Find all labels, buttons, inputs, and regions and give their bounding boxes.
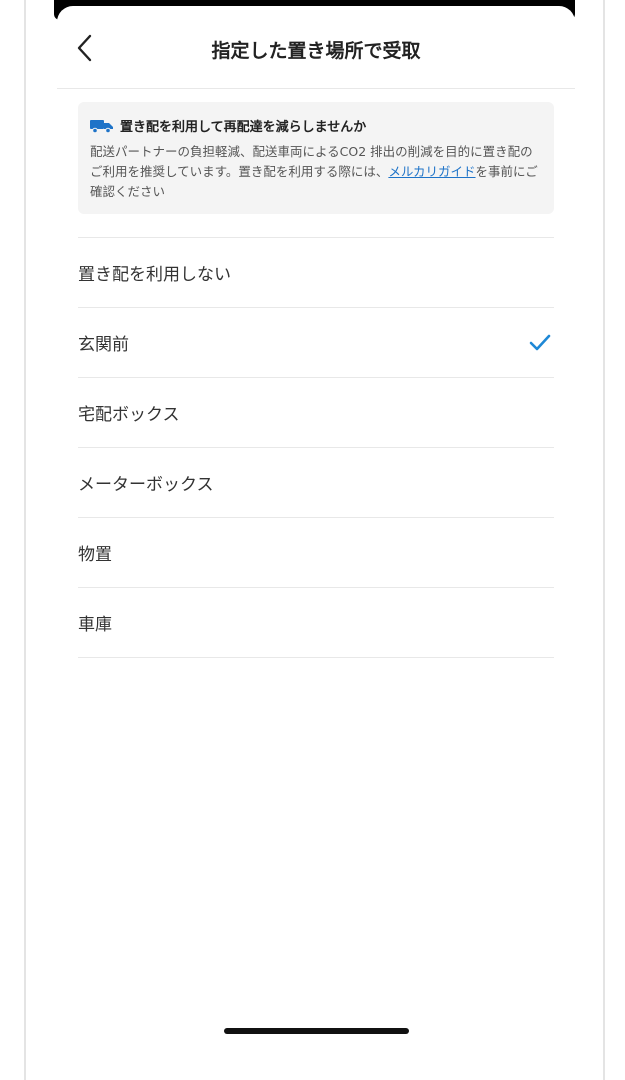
option-label: メーターボックス xyxy=(78,475,214,495)
notice-heading: 置き配を利用して再配達を減らしませんか xyxy=(120,120,367,135)
notice-heading-row: 置き配を利用して再配達を減らしませんか xyxy=(90,116,542,135)
page-title: 指定した置き場所で受取 xyxy=(211,40,421,62)
option-meter-box[interactable]: メーターボックス xyxy=(78,448,554,518)
option-garage[interactable]: 車庫 xyxy=(78,588,554,658)
mercari-guide-link[interactable]: メルカリガイド xyxy=(388,164,475,179)
info-notice: 置き配を利用して再配達を減らしませんか 配送パートナーの負担軽減、配送車両による… xyxy=(78,102,554,214)
device-frame-left xyxy=(24,0,26,1080)
truck-icon xyxy=(90,119,113,133)
option-delivery-box[interactable]: 宅配ボックス xyxy=(78,378,554,448)
placement-options-list: 置き配を利用しない 玄関前 宅配ボックス メーターボックス 物置 車庫 xyxy=(78,237,554,658)
option-label: 玄関前 xyxy=(78,335,129,355)
sheet-header: 指定した置き場所で受取 xyxy=(57,14,575,89)
bottom-sheet: 指定した置き場所で受取 置き配を利用して再配達を減らしませんか 配送パートナーの… xyxy=(57,6,575,1080)
option-entrance[interactable]: 玄関前 xyxy=(78,308,554,378)
option-label: 物置 xyxy=(78,545,112,565)
checkmark-icon xyxy=(529,334,551,350)
home-indicator[interactable] xyxy=(224,1028,409,1034)
option-label: 置き配を利用しない xyxy=(78,265,231,285)
device-frame-right xyxy=(603,0,605,1080)
option-no-okihai[interactable]: 置き配を利用しない xyxy=(78,238,554,308)
option-label: 車庫 xyxy=(78,615,112,635)
notice-body: 配送パートナーの負担軽減、配送車両によるCO2 排出の削減を目的に置き配のご利用… xyxy=(90,142,542,202)
option-label: 宅配ボックス xyxy=(78,405,180,425)
option-storage-shed[interactable]: 物置 xyxy=(78,518,554,588)
